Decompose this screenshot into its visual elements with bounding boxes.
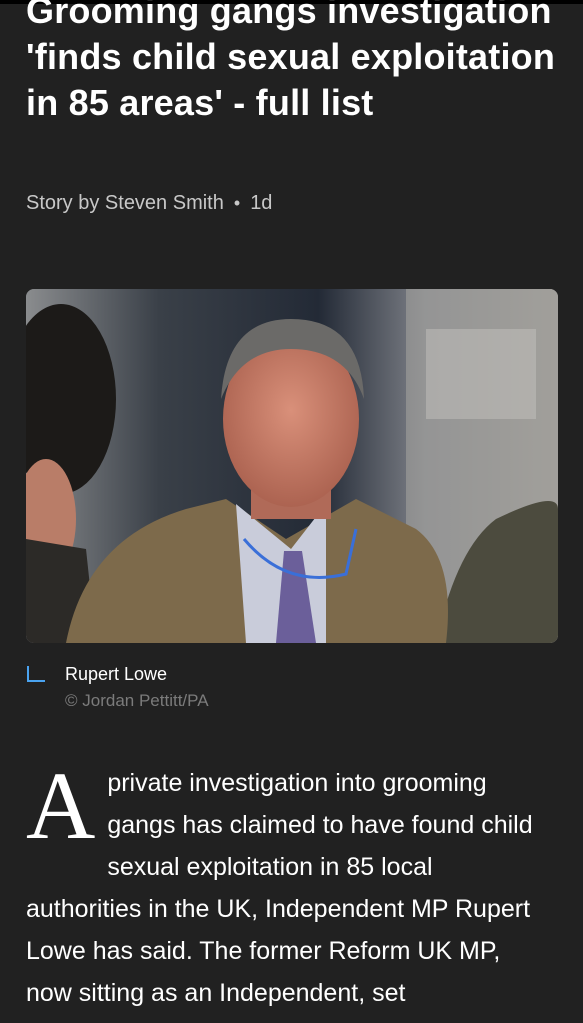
byline-age: 1d (250, 192, 273, 214)
article-headline: Grooming gangs investigation 'finds chil… (26, 0, 556, 123)
hero-photo (26, 289, 558, 643)
byline-author[interactable]: Story by Steven Smith (26, 192, 224, 215)
image-caption: Rupert Lowe (65, 664, 168, 684)
article-body-text: private investigation into grooming gang… (26, 769, 533, 1007)
byline-separator: • (233, 193, 241, 213)
article-hero-image[interactable] (26, 289, 558, 643)
drop-cap: A (26, 752, 96, 859)
image-credit: © Jordan Pettitt/PA (65, 691, 209, 710)
article-body: A private investigation into grooming ga… (26, 752, 546, 1014)
byline: Story by Steven Smith • 1d (26, 192, 272, 215)
caption-corner-icon (27, 666, 45, 682)
